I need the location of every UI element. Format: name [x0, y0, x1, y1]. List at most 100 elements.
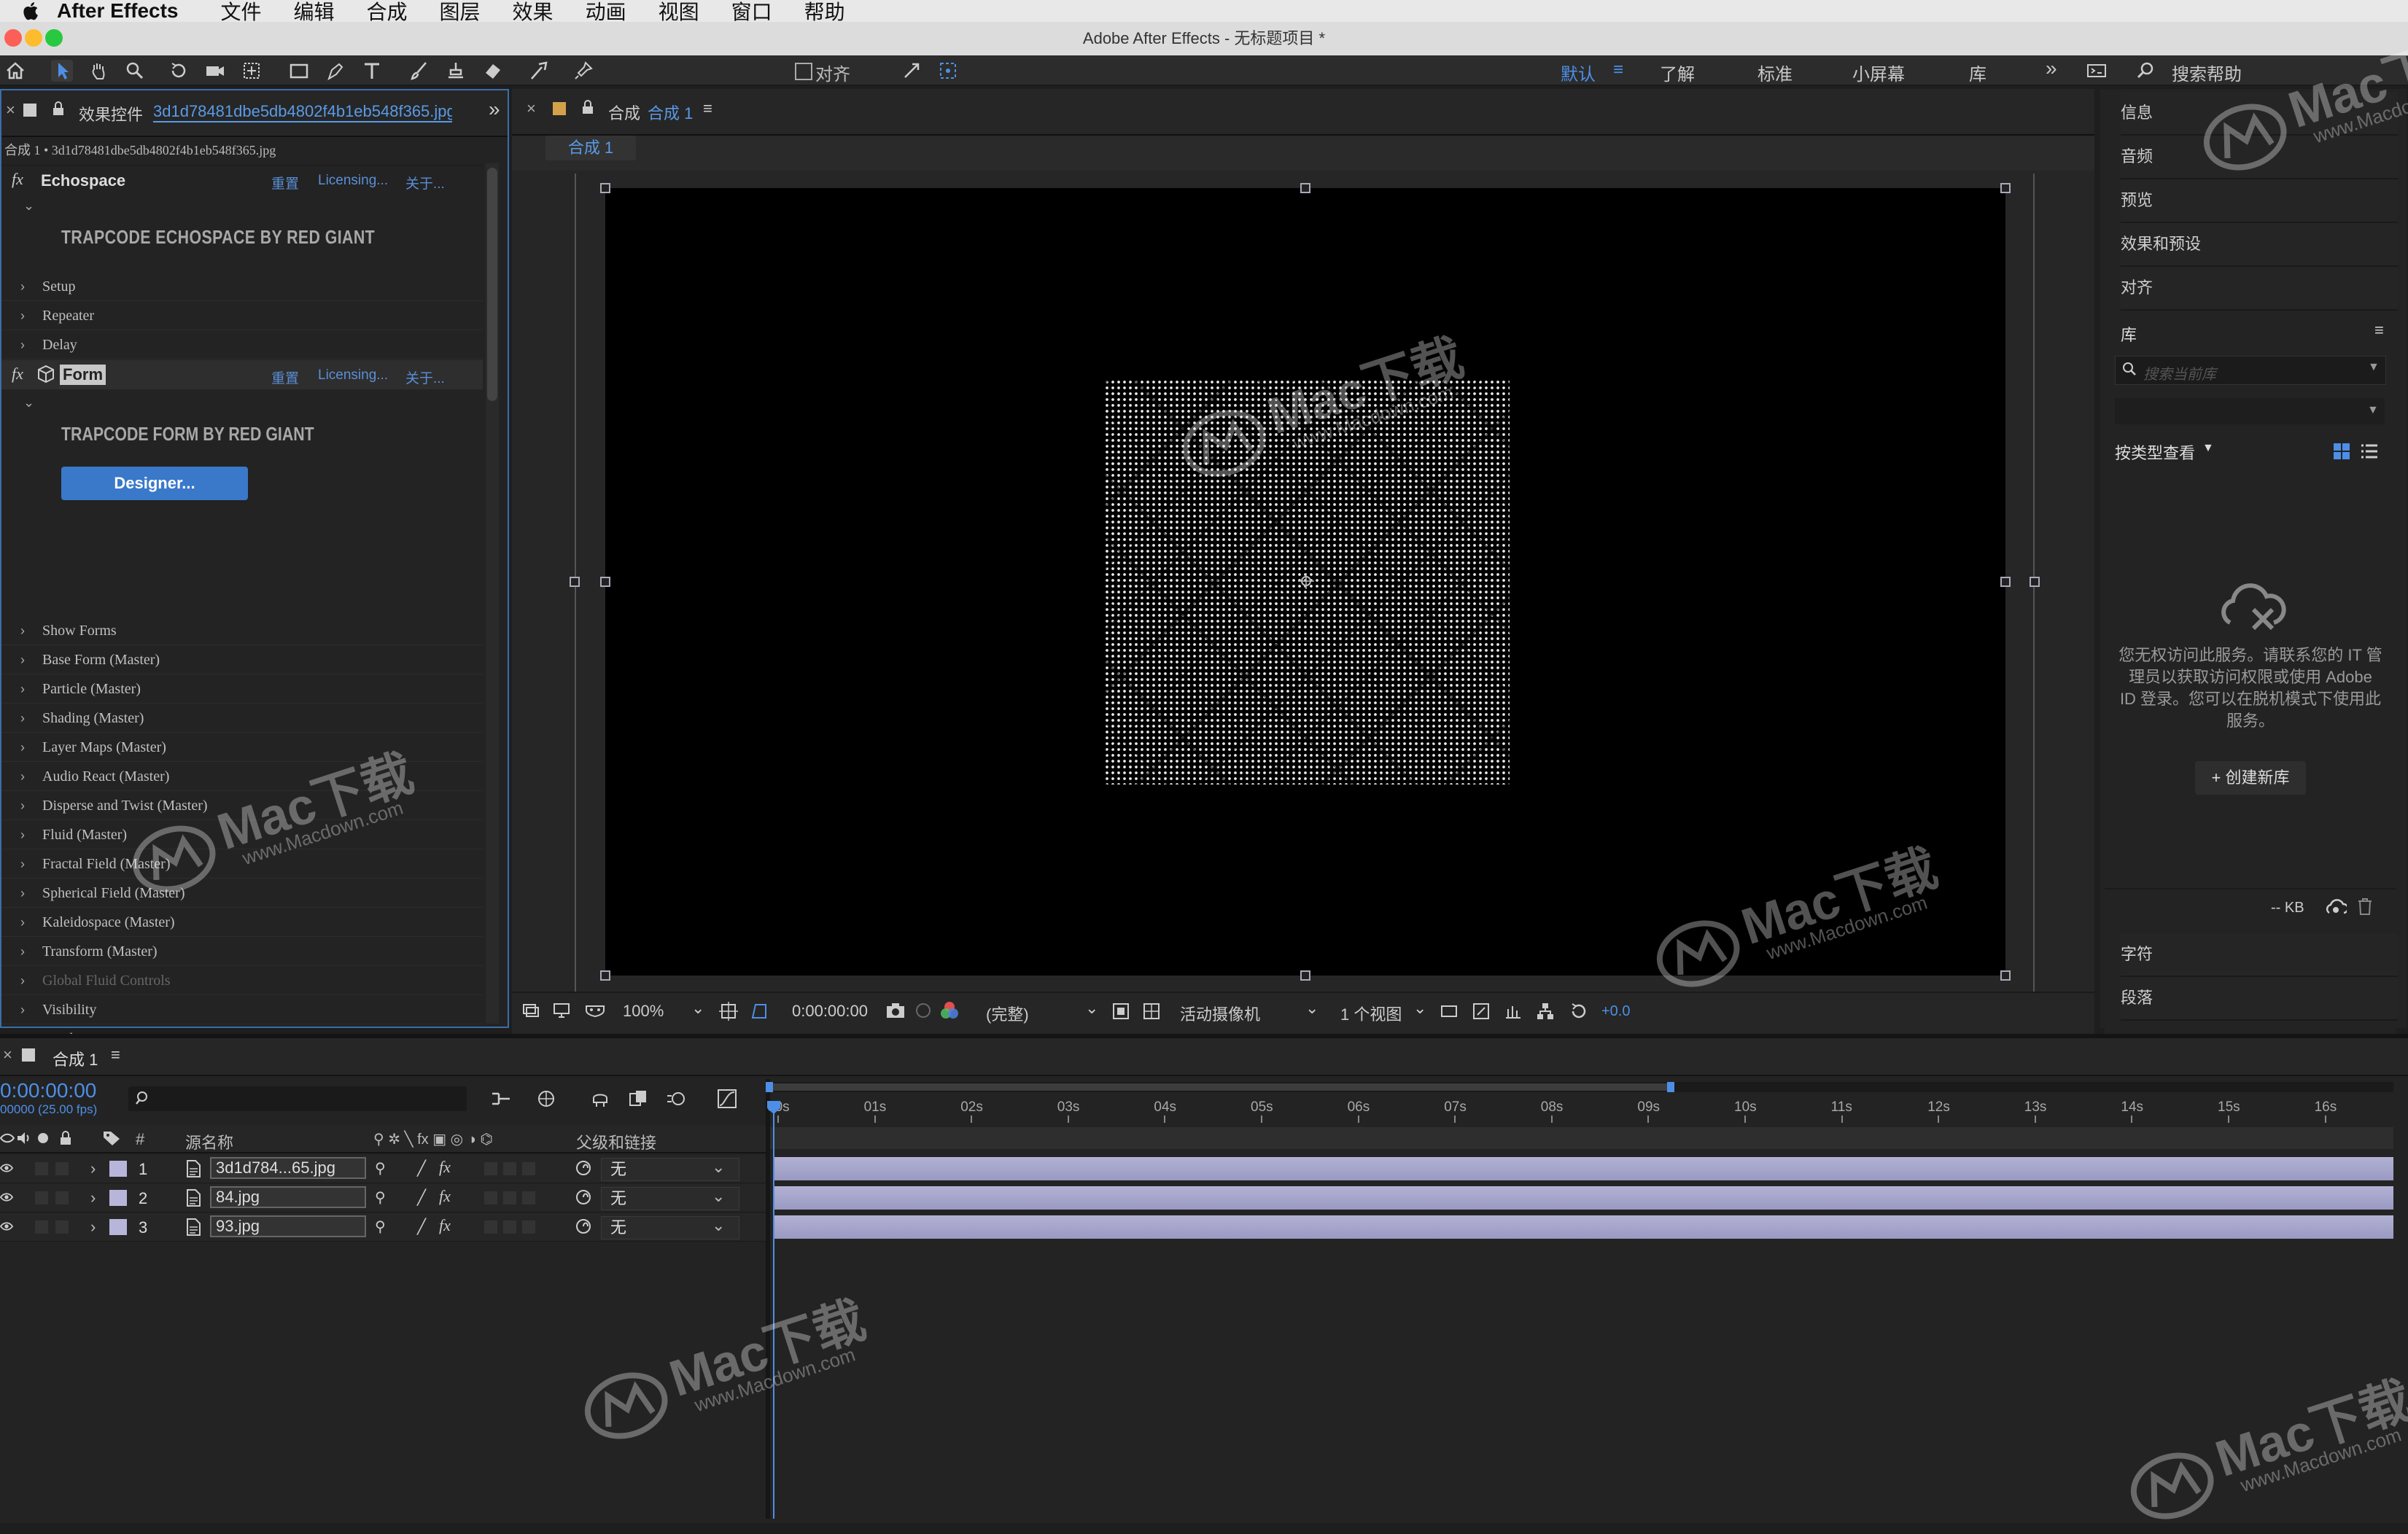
fx-switch[interactable]: fx	[439, 1216, 451, 1235]
effect-about-link[interactable]: 关于...	[405, 173, 445, 192]
pen-tool-icon[interactable]	[325, 60, 346, 82]
create-library-button[interactable]: + 创建新库	[2195, 761, 2306, 795]
trash-icon[interactable]	[2357, 897, 2373, 916]
panel-effects-presets[interactable]: 效果和预设	[2121, 223, 2398, 267]
fx-switch[interactable]: fx	[439, 1158, 451, 1177]
prop-row[interactable]: › Delay	[1, 331, 483, 359]
label-color-swatch[interactable]	[109, 1161, 127, 1177]
transform-handle[interactable]	[600, 577, 610, 587]
3d-switch[interactable]	[522, 1220, 535, 1234]
chevron-right-icon[interactable]: ›	[20, 733, 36, 761]
transform-handle[interactable]	[600, 183, 610, 193]
type-tool-icon[interactable]	[361, 60, 383, 82]
chevron-down-icon[interactable]: ▼	[2367, 404, 2379, 417]
designer-button[interactable]: Designer...	[61, 467, 248, 500]
panel-menu-icon[interactable]: ≡	[2374, 321, 2384, 340]
scrollbar-thumb[interactable]	[487, 168, 497, 401]
quality-switch[interactable]: ╱	[417, 1188, 426, 1207]
chevron-down-icon[interactable]: ⌄	[23, 198, 34, 214]
motion-blur-icon[interactable]	[665, 1088, 687, 1110]
pick-whip-icon[interactable]	[575, 1159, 592, 1177]
panel-character[interactable]: 字符	[2121, 933, 2398, 977]
adjustment-switch[interactable]	[503, 1220, 516, 1234]
workspace-menu-icon[interactable]: ≡	[1613, 60, 1623, 80]
anchor-point-icon[interactable]	[1298, 573, 1314, 589]
effect-controls-layer-name[interactable]: 3d1d78481dbe5db4802f4b1eb548f365.jpg	[153, 102, 452, 122]
panel-overflow-icon[interactable]: »	[489, 98, 500, 121]
layer-name-field[interactable]: 84.jpg	[210, 1186, 366, 1208]
panel-paragraph[interactable]: 段落	[2121, 977, 2398, 1021]
layer-duration-bar[interactable]	[773, 1157, 2393, 1180]
solo-checkbox[interactable]	[35, 1220, 48, 1234]
rotate-tool-icon[interactable]	[168, 60, 190, 82]
region-of-interest-icon[interactable]	[750, 1002, 769, 1021]
chevron-right-icon[interactable]: ›	[20, 879, 36, 907]
effect-licensing-link[interactable]: Licensing...	[318, 173, 388, 189]
selection-tool-icon[interactable]	[51, 60, 73, 82]
roto-brush-tool-icon[interactable]	[529, 60, 551, 82]
lock-icon[interactable]	[58, 1130, 73, 1146]
3d-switch[interactable]	[522, 1162, 535, 1175]
lock-checkbox[interactable]	[55, 1220, 69, 1234]
apple-icon[interactable]	[20, 0, 42, 22]
3d-switch[interactable]	[522, 1191, 535, 1204]
app-menu[interactable]: After Effects	[57, 0, 178, 23]
work-area-range[interactable]	[769, 1083, 1671, 1091]
effect-scrollbar[interactable]	[486, 163, 499, 1024]
adjustment-switch[interactable]	[503, 1191, 516, 1204]
close-panel-icon[interactable]: ×	[527, 99, 536, 118]
prop-row[interactable]: › Fractal Field (Master)	[1, 850, 483, 879]
layer-row[interactable]: › 2 84.jpg ⚲ ╱ fx 无 ⌄	[0, 1184, 766, 1212]
chevron-down-icon[interactable]: ⌄	[1305, 999, 1318, 1018]
prop-row[interactable]: › Disperse and Twist (Master)	[1, 792, 483, 820]
library-select[interactable]: ▼	[2115, 398, 2385, 424]
layer-duration-bar[interactable]	[773, 1186, 2393, 1210]
view-by-type-dropdown[interactable]: 按类型查看	[2115, 440, 2195, 464]
layer-duration-bar[interactable]	[773, 1215, 2393, 1239]
eye-icon[interactable]	[0, 1219, 13, 1234]
fast-preview-icon[interactable]	[1472, 1002, 1491, 1021]
transform-handle[interactable]	[2000, 577, 2011, 587]
motion-blur-switch[interactable]	[484, 1191, 497, 1204]
puppet-tool-icon[interactable]	[572, 60, 594, 82]
chevron-right-icon[interactable]: ›	[20, 704, 36, 732]
audio-icon[interactable]	[16, 1130, 32, 1146]
lock-checkbox[interactable]	[55, 1162, 69, 1175]
comp-breadcrumb-tab[interactable]: 合成 1	[545, 136, 636, 160]
zoom-window-button[interactable]	[45, 29, 63, 47]
exposure-value[interactable]: +0.0	[1601, 1003, 1630, 1020]
layer-row[interactable]: › 3 93.jpg ⚲ ╱ fx 无 ⌄	[0, 1213, 766, 1242]
layer-name-field[interactable]: 93.jpg	[210, 1215, 366, 1237]
list-view-icon[interactable]	[2360, 442, 2379, 461]
lock-icon[interactable]	[51, 101, 66, 117]
panel-preview[interactable]: 预览	[2121, 179, 2398, 223]
library-search-input[interactable]: 搜索当前库 ▼	[2115, 356, 2386, 385]
mask-visibility-icon[interactable]	[585, 1002, 605, 1019]
chevron-right-icon[interactable]: ›	[90, 1188, 96, 1207]
color-channels-icon[interactable]	[939, 1000, 960, 1021]
timeline-icon[interactable]	[1504, 1002, 1523, 1021]
effect-reset-link[interactable]: 重置	[271, 173, 299, 192]
chevron-right-icon[interactable]: ›	[20, 821, 36, 849]
home-icon[interactable]	[4, 60, 26, 82]
effect-reset-link[interactable]: 重置	[271, 367, 299, 387]
layer-switches[interactable]: ⚲	[375, 1218, 386, 1236]
motion-blur-switch[interactable]	[484, 1220, 497, 1234]
flowchart-icon[interactable]	[1536, 1002, 1555, 1021]
comp-tab-name[interactable]: 合成 1	[648, 101, 693, 124]
grid-snap-icon[interactable]	[937, 60, 959, 82]
effect-name[interactable]: Form	[60, 365, 106, 385]
chevron-right-icon[interactable]: ›	[20, 646, 36, 674]
prop-row[interactable]: › Audio React (Master)	[1, 763, 483, 791]
chevron-right-icon[interactable]: ›	[20, 938, 36, 965]
fx-toggle-icon[interactable]: fx	[12, 170, 23, 189]
comp-mini-flowchart-icon[interactable]	[490, 1088, 512, 1110]
layer-switches[interactable]: ⚲	[375, 1159, 386, 1177]
chevron-down-icon[interactable]: ▼	[2368, 361, 2380, 374]
prop-row[interactable]: › Visibility	[1, 996, 483, 1024]
eye-icon[interactable]	[0, 1190, 13, 1204]
chevron-right-icon[interactable]: ›	[20, 908, 36, 936]
rectangle-tool-icon[interactable]	[288, 60, 310, 82]
transparency-grid-icon[interactable]	[1142, 1002, 1161, 1021]
prop-row[interactable]: › Spherical Field (Master)	[1, 879, 483, 908]
